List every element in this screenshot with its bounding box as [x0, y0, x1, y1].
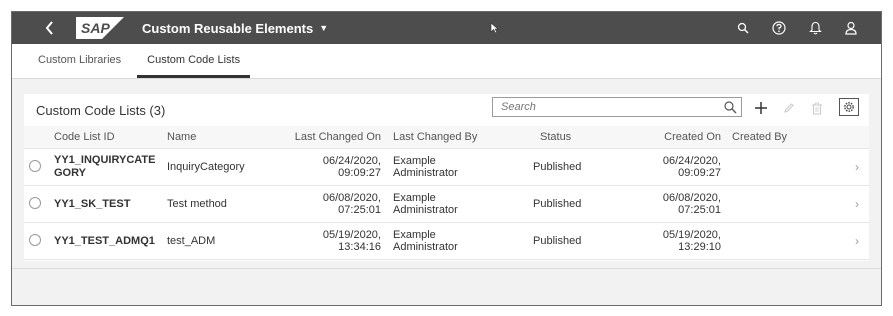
col-last-changed-on[interactable]: Last Changed On [295, 126, 381, 148]
pencil-icon [784, 103, 794, 113]
chevron-right-icon[interactable]: › [855, 160, 859, 174]
last-changed-date: 05/19/2020, [322, 229, 381, 241]
tab-custom-libraries[interactable]: Custom Libraries [28, 54, 131, 78]
notification-bell-icon[interactable] [807, 20, 823, 36]
created-time: 09:09:27 [678, 167, 721, 179]
tab-custom-code-lists[interactable]: Custom Code Lists [137, 54, 251, 78]
last-changed-by-line1: Example [393, 229, 436, 241]
col-created-by[interactable]: Created By [732, 126, 787, 148]
col-created-on[interactable]: Created On [664, 126, 721, 148]
code-list-id: YY1_INQUIRYCATE [54, 154, 156, 166]
sap-logo[interactable]: SAP [76, 17, 124, 39]
code-list-id-cell: YY1_SK_TEST [54, 186, 130, 222]
name-value: test_ADM [167, 235, 216, 247]
last-changed-date: 06/08/2020, [322, 192, 381, 204]
add-button[interactable] [751, 98, 771, 118]
table-toolbar: Custom Code Lists (3) [24, 94, 869, 126]
code-list-id-cell: YY1_INQUIRYCATE GORY [54, 149, 155, 185]
last-changed-by-line2: Administrator [393, 241, 458, 253]
created-date: 05/19/2020, [662, 229, 721, 241]
delete-button[interactable] [807, 98, 827, 118]
created-date: 06/08/2020, [662, 192, 721, 204]
sap-logo-shape: SAP [76, 17, 124, 39]
col-status[interactable]: Status [540, 126, 571, 148]
user-profile-icon[interactable] [843, 20, 859, 36]
created-time: 07:25:01 [678, 204, 721, 216]
edit-button[interactable] [779, 98, 799, 118]
status-value: Published [533, 235, 582, 247]
code-list-id: YY1_SK_TEST [54, 197, 131, 210]
status-value: Published [533, 161, 582, 173]
code-list-id: YY1_TEST_ADMQ1 [54, 234, 155, 247]
name-value: InquiryCategory [167, 161, 245, 173]
last-changed-date: 06/24/2020, [322, 155, 381, 167]
mouse-cursor-icon [490, 22, 499, 34]
trash-icon [812, 102, 822, 114]
search-input[interactable] [501, 101, 723, 113]
table-title: Custom Code Lists (3) [36, 102, 166, 118]
tab-bar: Custom Libraries Custom Code Lists [12, 44, 881, 79]
col-last-changed-by[interactable]: Last Changed By [393, 126, 477, 148]
sap-logo-text: SAP [81, 20, 110, 36]
caret-down-icon: ▼ [319, 23, 329, 33]
last-changed-time: 13:34:16 [338, 241, 381, 253]
row-select-radio[interactable] [29, 197, 41, 209]
name-value: Test method [167, 198, 227, 210]
table-row[interactable]: YY1_SK_TEST Test method 06/08/2020, 07:2… [24, 186, 869, 223]
last-changed-time: 07:25:01 [338, 204, 381, 216]
app-window: SAP Custom Reusable Elements ▼ Custom Li… [11, 11, 882, 306]
chevron-right-icon[interactable]: › [855, 234, 859, 248]
back-button[interactable] [36, 21, 64, 35]
app-title: Custom Reusable Elements [142, 20, 314, 36]
shell-bar: SAP Custom Reusable Elements ▼ [12, 12, 881, 44]
gear-icon [844, 102, 854, 112]
col-name[interactable]: Name [167, 126, 196, 148]
last-changed-time: 09:09:27 [338, 167, 381, 179]
last-changed-by-line1: Example [393, 192, 436, 204]
help-icon[interactable] [771, 20, 787, 36]
status-value: Published [533, 198, 582, 210]
row-select-radio[interactable] [29, 234, 41, 246]
code-list-id-cell: YY1_TEST_ADMQ1 [54, 223, 155, 259]
plus-icon [755, 102, 767, 114]
table-row[interactable]: YY1_INQUIRYCATE GORY InquiryCategory 06/… [24, 149, 869, 186]
code-list-id-wrap: GORY [54, 167, 86, 179]
app-title-menu[interactable]: Custom Reusable Elements ▼ [142, 21, 328, 36]
last-changed-by-line1: Example [393, 155, 436, 167]
code-lists-table-panel: Custom Code Lists (3) Code List ID Name … [24, 94, 869, 261]
row-select-radio[interactable] [29, 160, 41, 172]
last-changed-by-line2: Administrator [393, 167, 458, 179]
search-field[interactable] [492, 97, 742, 117]
chevron-right-icon[interactable]: › [855, 197, 859, 211]
created-time: 13:29:10 [678, 241, 721, 253]
last-changed-by-line2: Administrator [393, 204, 458, 216]
search-icon[interactable] [723, 100, 737, 114]
table-header: Code List ID Name Last Changed On Last C… [24, 126, 869, 149]
table-row[interactable]: YY1_TEST_ADMQ1 test_ADM 05/19/2020, 13:3… [24, 223, 869, 260]
chevron-left-icon [45, 21, 53, 35]
footer-bar [12, 268, 881, 305]
settings-button[interactable] [839, 98, 859, 116]
col-code-list-id[interactable]: Code List ID [54, 126, 115, 148]
created-date: 06/24/2020, [662, 155, 721, 167]
search-icon[interactable] [735, 20, 751, 36]
